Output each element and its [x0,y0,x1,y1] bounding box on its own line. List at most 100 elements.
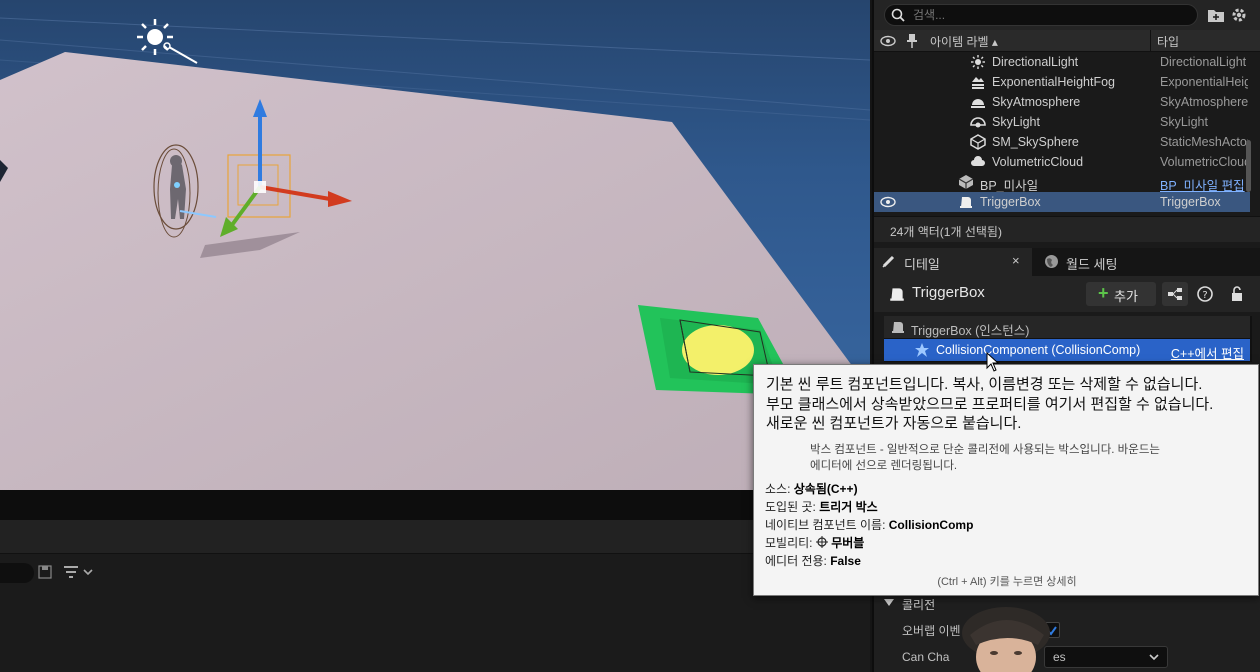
row-name: SM_SkySphere [992,135,1079,149]
movable-icon [815,536,828,548]
sky-light-icon [970,117,986,128]
component-row-instance[interactable]: TriggerBox (인스턴스) [884,316,1250,338]
outliner-header: 아이템 라벨 ▴ 타입 [874,30,1260,52]
save-icon[interactable] [38,565,52,579]
component-instance-label: TriggerBox (인스턴스) [911,324,1030,338]
add-folder-icon[interactable] [1207,6,1225,24]
search-icon [891,8,905,22]
add-button-label: 추가 [1114,289,1138,304]
outliner-row-volumetriccloud[interactable]: VolumetricCloud VolumetricCloud [874,152,1250,172]
globe-icon [1045,255,1058,268]
collision-section-header[interactable]: 콜리전 [902,596,935,613]
details-actor-title: TriggerBox [912,284,985,301]
pencil-icon [882,255,895,268]
tooltip-native-name: 네이티브 컴포넌트 이름: CollisionComp [765,516,973,533]
outliner-list: DirectionalLight DirectionalLight Expone… [874,52,1250,212]
tooltip-hint: (Ctrl + Alt) 키를 누르면 상세히 [937,576,1077,588]
tooltip-line: 부모 클래스에서 상속받았으므로 프로퍼티를 여기서 편집할 수 없습니다. [766,395,1214,413]
plus-icon: + [1098,283,1109,303]
outliner-row-bp-missile[interactable]: BP_미사일 BP_미사일 편집 [874,172,1250,193]
component-collision-label: CollisionComponent (CollisionComp) [936,343,1141,357]
column-type[interactable]: 타입 [1150,30,1260,52]
presenter-webcam-overlay [962,607,1050,672]
search-input[interactable] [913,7,1183,23]
sky-atmosphere-icon [971,99,985,108]
pin-icon[interactable] [906,33,918,49]
tab-details-label: 디테일 [904,257,940,272]
kv-label: 네이티브 컴포넌트 이름: [765,518,886,532]
svg-text:?: ? [1202,290,1207,301]
outliner-row-triggerbox[interactable]: TriggerBox TriggerBox [874,192,1250,212]
tooltip-mobility: 모빌리티: 무버블 [765,534,864,551]
trigger-box-icon [892,322,904,333]
content-browser-toolbar [0,520,870,554]
fog-icon [972,77,984,89]
tab-world-settings[interactable]: 월드 세팅 [1036,248,1156,276]
level-viewport[interactable] [0,0,870,490]
tooltip-main-text: 기본 씬 루트 컴포넌트입니다. 복사, 이름변경 또는 삭제할 수 없습니다.… [766,375,1256,434]
row-type: TriggerBox [1160,195,1221,209]
mouse-cursor-icon [986,352,1000,372]
outliner-row-skylight[interactable]: SkyLight SkyLight [874,112,1250,132]
row-type: DirectionalLight [1160,55,1247,69]
tooltip-line: 기본 씬 루트 컴포넌트입니다. 복사, 이름변경 또는 삭제할 수 없습니다. [766,376,1203,393]
visibility-eye-icon[interactable] [880,35,896,47]
row-type: SkyAtmosphere [1160,95,1248,109]
visibility-eye-icon[interactable] [880,195,896,209]
row-name: SkyLight [992,115,1040,129]
edit-in-cpp-link[interactable]: C++에서 편집 [1171,343,1244,362]
help-icon[interactable]: ? [1196,285,1214,303]
trigger-box-icon [890,288,904,301]
details-header: TriggerBox + 추가 ? [874,276,1260,312]
cloud-icon [971,156,985,166]
kv-label: 도입된 곳: [765,500,816,514]
row-name: DirectionalLight [992,55,1079,69]
row-name: ExponentialHeightFog [992,75,1115,89]
add-component-button[interactable]: + 추가 [1086,282,1156,306]
kv-value: False [830,554,861,568]
outliner-scrollbar[interactable] [1246,140,1251,192]
kv-value: 무버블 [831,536,865,550]
outliner-row-sm-skysphere[interactable]: SM_SkySphere StaticMeshActor [874,132,1250,152]
tooltip-description: 박스 컴포넌트 - 일반적으로 단순 콜리전에 사용되는 박스입니다. 바운드는… [810,442,1230,474]
blueprint-icon [958,175,974,189]
kv-value: 상속됨(C++) [793,482,858,496]
filter-icon[interactable] [62,564,96,580]
sun-icon [971,55,985,69]
tab-world-settings-label: 월드 세팅 [1066,257,1118,272]
viewport-bottom-bar [0,490,870,520]
details-tabbar: 디테일 × 월드 세팅 [874,248,1260,276]
content-browser-panel [0,554,870,672]
outliner-row-directionallight[interactable]: DirectionalLight DirectionalLight [874,52,1250,72]
tooltip-line: 새로운 씬 컴포넌트가 자동으로 붙습니다. [766,415,1022,432]
tab-details[interactable]: 디테일 × [874,248,1032,276]
outliner-search[interactable] [884,4,1198,26]
row-type: SkyLight [1160,115,1208,129]
tooltip-source: 소스: 상속됨(C++) [765,480,858,497]
tooltip-desc-line: 에디터에 선으로 렌더링됩니다. [810,460,958,472]
lock-icon[interactable] [1228,285,1246,303]
row-name: VolumetricCloud [992,155,1084,169]
content-search-input[interactable] [0,563,34,583]
row-type: StaticMeshActor [1160,135,1248,149]
kv-label: 모빌리티: [765,536,813,550]
blueprint-actions-button[interactable] [1162,282,1188,306]
outliner-topbar [874,0,1260,30]
row-type: VolumetricCloud [1160,155,1248,169]
collapse-arrow-icon[interactable] [884,599,894,607]
directional-light-icon [137,19,198,64]
column-item-label[interactable]: 아이템 라벨 ▴ [930,33,998,50]
component-row-collision[interactable]: CollisionComponent (CollisionComp) C++에서… [884,339,1250,361]
collision-component-icon [915,343,929,357]
viewport-scene[interactable] [0,0,870,490]
trigger-box-icon [960,197,972,208]
settings-gear-icon[interactable] [1230,6,1248,24]
kv-label: 에디터 전용: [765,554,827,568]
outliner-row-exponentialheightfog[interactable]: ExponentialHeightFog ExponentialHeightFo… [874,72,1250,92]
static-mesh-icon [970,134,986,150]
kv-value: CollisionComp [888,518,974,532]
outliner-row-skyatmosphere[interactable]: SkyAtmosphere SkyAtmosphere [874,92,1250,112]
component-tooltip: 기본 씬 루트 컴포넌트입니다. 복사, 이름변경 또는 삭제할 수 없습니다.… [753,364,1259,596]
tooltip-introduced: 도입된 곳: 트리거 박스 [765,498,878,515]
close-icon[interactable]: × [1012,253,1020,268]
